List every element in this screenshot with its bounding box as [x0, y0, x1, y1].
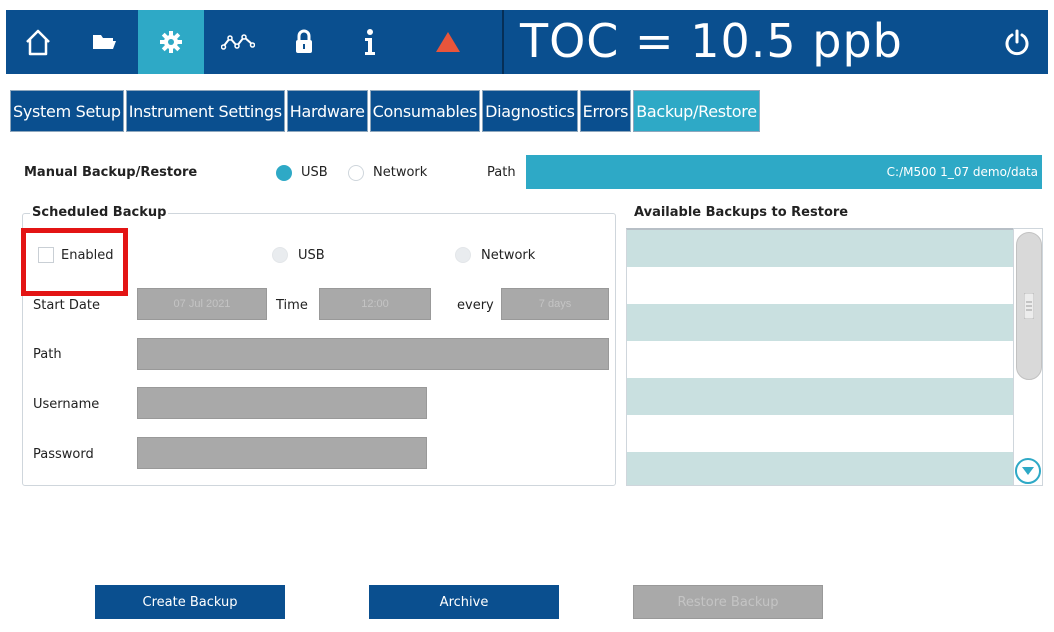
every-label: every [457, 298, 494, 313]
enabled-label: Enabled [61, 248, 114, 263]
settings-tabs: System Setup Instrument Settings Hardwar… [10, 90, 762, 132]
list-item[interactable] [627, 341, 1013, 378]
archive-button[interactable]: Archive [369, 585, 559, 619]
scheduled-path-label: Path [33, 347, 62, 362]
setup-button[interactable] [138, 10, 204, 74]
password-label: Password [33, 447, 94, 462]
tab-backup-restore[interactable]: Backup/Restore [633, 90, 760, 132]
tab-consumables[interactable]: Consumables [369, 90, 481, 132]
manual-network-label: Network [373, 165, 428, 180]
tab-hardware[interactable]: Hardware [286, 90, 368, 132]
tab-system-setup[interactable]: System Setup [10, 90, 124, 132]
start-date-label: Start Date [33, 298, 100, 313]
scheduled-network-radio[interactable] [455, 247, 471, 263]
info-button[interactable] [338, 10, 402, 74]
scroll-down-button[interactable] [1015, 458, 1041, 484]
folder-icon [93, 35, 116, 49]
time-field[interactable]: 12:00 [319, 288, 431, 320]
grip-icon [1024, 293, 1034, 319]
power-button[interactable] [986, 10, 1048, 74]
list-item[interactable] [627, 378, 1013, 415]
list-item[interactable] [627, 267, 1013, 304]
manual-network-radio[interactable] [348, 165, 364, 181]
tab-diagnostics[interactable]: Diagnostics [482, 90, 578, 132]
trend-icon [221, 34, 255, 50]
list-item[interactable] [627, 452, 1013, 485]
list-item[interactable] [627, 230, 1013, 267]
enabled-checkbox[interactable] [38, 247, 54, 263]
trends-button[interactable] [206, 10, 270, 74]
chevron-down-icon [1022, 467, 1034, 475]
manual-usb-radio[interactable] [276, 165, 292, 181]
power-icon [1005, 29, 1029, 56]
top-nav-bar: TOC = 10.5 ppb [6, 10, 1048, 74]
alarm-icon [436, 32, 460, 52]
manual-usb-label: USB [301, 165, 328, 180]
files-button[interactable] [72, 10, 136, 74]
start-date-field[interactable]: 07 Jul 2021 [137, 288, 267, 320]
manual-path-field[interactable]: C:/M500 1_07 demo/data [526, 155, 1042, 189]
tab-errors[interactable]: Errors [579, 90, 632, 132]
scheduled-network-label: Network [481, 248, 536, 263]
username-label: Username [33, 397, 100, 412]
lock-icon [296, 29, 312, 53]
scheduled-usb-label: USB [298, 248, 325, 263]
scheduled-usb-radio[interactable] [272, 247, 288, 263]
scheduled-backup-title: Scheduled Backup [30, 205, 169, 220]
home-icon [26, 29, 50, 56]
list-item[interactable] [627, 304, 1013, 341]
available-backups-list[interactable] [626, 228, 1014, 486]
scrollbar-thumb[interactable] [1016, 232, 1042, 380]
reading-divider [502, 10, 504, 74]
every-field[interactable]: 7 days [501, 288, 609, 320]
available-backups-title: Available Backups to Restore [634, 205, 849, 220]
create-backup-button[interactable]: Create Backup [95, 585, 285, 619]
scheduled-path-field[interactable] [137, 338, 609, 370]
gear-icon [160, 31, 182, 53]
restore-backup-button[interactable]: Restore Backup [633, 585, 823, 619]
home-button[interactable] [6, 10, 70, 74]
manual-backup-title: Manual Backup/Restore [24, 165, 198, 180]
alarm-button[interactable] [416, 10, 480, 74]
toc-reading: TOC = 10.5 ppb [520, 14, 903, 68]
password-field[interactable] [137, 437, 427, 469]
tab-instrument-settings[interactable]: Instrument Settings [125, 90, 285, 132]
list-item[interactable] [627, 415, 1013, 452]
manual-path-label: Path [487, 165, 516, 180]
time-label: Time [276, 298, 308, 313]
lock-button[interactable] [272, 10, 336, 74]
username-field[interactable] [137, 387, 427, 419]
list-scrollbar[interactable] [1013, 228, 1043, 486]
info-icon [365, 29, 375, 55]
